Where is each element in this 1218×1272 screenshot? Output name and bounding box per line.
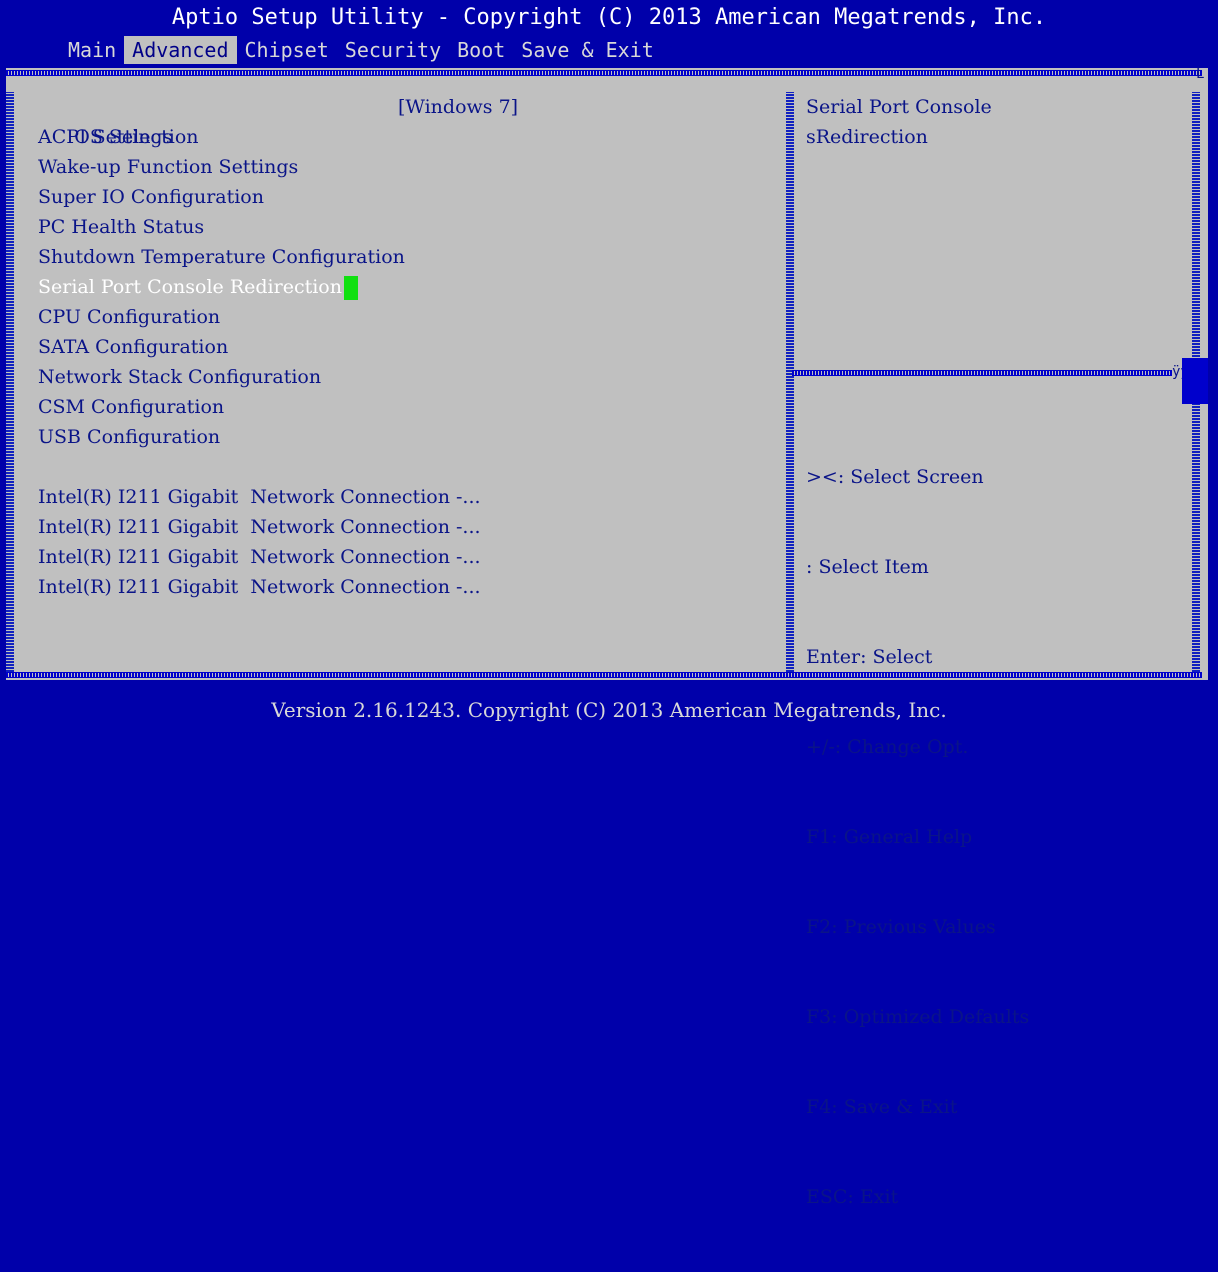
key-legend: ><: Select Screen : Select Item Enter: S… xyxy=(806,402,1176,1272)
text-cursor xyxy=(343,276,358,300)
advanced-menu: OS Selection [Windows 7] ACPI Settings W… xyxy=(38,92,778,602)
menu-item-nic-1[interactable]: Intel(R) I211 Gigabit Network Connection… xyxy=(38,482,778,512)
menu-item-nic-4[interactable]: Intel(R) I211 Gigabit Network Connection… xyxy=(38,572,778,602)
menu-item-wake-up-function-settings[interactable]: Wake-up Function Settings xyxy=(38,152,778,182)
tab-main[interactable]: Main xyxy=(60,36,124,64)
key-esc-exit: ESC: Exit xyxy=(806,1186,899,1208)
key-enter-select: Enter: Select xyxy=(806,646,933,668)
menu-item-nic-2[interactable]: Intel(R) I211 Gigabit Network Connection… xyxy=(38,512,778,542)
tab-bar: Main Advanced Chipset Security Boot Save… xyxy=(60,36,662,64)
menu-item-sata-configuration[interactable]: SATA Configuration xyxy=(38,332,778,362)
utility-title: Aptio Setup Utility - Copyright (C) 2013… xyxy=(171,5,1047,30)
setup-panel: L ÿÿ OS Selection [Windows 7] ACPI Setti… xyxy=(6,66,1208,1208)
menu-item-acpi-settings[interactable]: ACPI Settings xyxy=(38,122,778,152)
menu-item-nic-3[interactable]: Intel(R) I211 Gigabit Network Connection… xyxy=(38,542,778,572)
tab-security[interactable]: Security xyxy=(337,36,449,64)
help-line-1: Serial Port Console xyxy=(806,96,992,118)
key-optimized-defaults: F3: Optimized Defaults xyxy=(806,1006,1030,1028)
key-select-screen: ><: Select Screen xyxy=(806,466,984,488)
key-change-opt: +/-: Change Opt. xyxy=(806,736,969,758)
left-border xyxy=(6,92,14,672)
key-previous-values: F2: Previous Values xyxy=(806,916,996,938)
help-separator xyxy=(792,370,1172,376)
menu-item-pc-health-status[interactable]: PC Health Status xyxy=(38,212,778,242)
menu-item-network-stack-configuration[interactable]: Network Stack Configuration xyxy=(38,362,778,392)
os-selection-row[interactable]: OS Selection [Windows 7] xyxy=(38,92,778,148)
help-text: Serial Port Console sRedirection xyxy=(806,92,1176,152)
menu-item-super-io-configuration[interactable]: Super IO Configuration xyxy=(38,182,778,212)
tab-chipset[interactable]: Chipset xyxy=(237,36,337,64)
menu-item-serial-port-console-redirection[interactable]: Serial Port Console Redirection xyxy=(38,272,778,302)
menu-item-cpu-configuration[interactable]: CPU Configuration xyxy=(38,302,778,332)
key-select-item: : Select Item xyxy=(806,556,929,578)
menu-spacer xyxy=(38,452,778,482)
key-save-exit: F4: Save & Exit xyxy=(806,1096,958,1118)
key-general-help: F1: General Help xyxy=(806,826,973,848)
help-line-2: sRedirection xyxy=(806,126,928,148)
scrollbar-thumb[interactable] xyxy=(1182,358,1208,404)
tab-advanced[interactable]: Advanced xyxy=(124,36,237,64)
os-selection-value[interactable]: [Windows 7] xyxy=(398,92,518,122)
menu-item-usb-configuration[interactable]: USB Configuration xyxy=(38,422,778,452)
selected-item-label: Serial Port Console Redirection xyxy=(38,276,342,298)
top-border xyxy=(6,70,1202,76)
version-footer: Version 2.16.1243. Copyright (C) 2013 Am… xyxy=(271,698,947,722)
top-right-glyph: L xyxy=(1196,66,1205,82)
menu-item-csm-configuration[interactable]: CSM Configuration xyxy=(38,392,778,422)
tab-boot[interactable]: Boot xyxy=(449,36,513,64)
center-divider xyxy=(786,92,794,672)
menu-item-shutdown-temperature-configuration[interactable]: Shutdown Temperature Configuration xyxy=(38,242,778,272)
tab-save-exit[interactable]: Save & Exit xyxy=(513,36,661,64)
